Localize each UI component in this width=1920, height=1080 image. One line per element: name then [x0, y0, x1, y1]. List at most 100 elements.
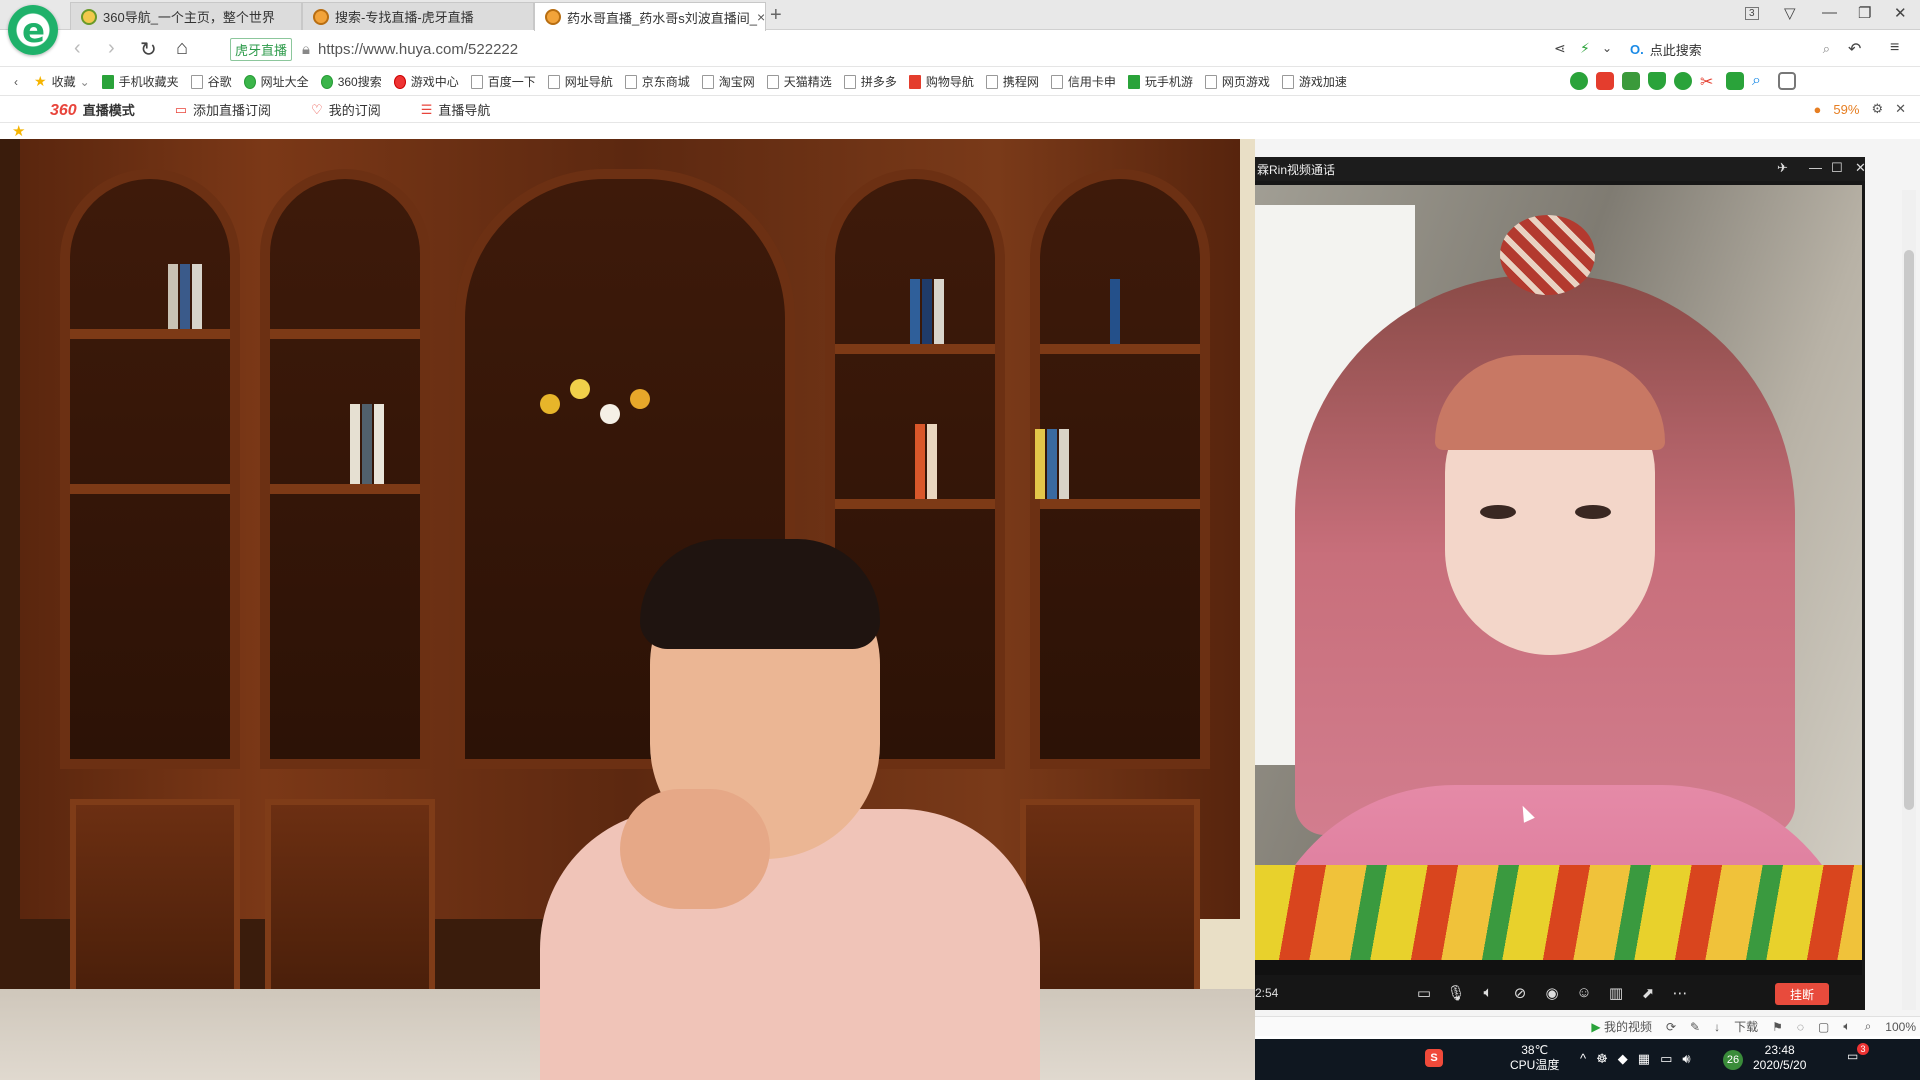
cpu-temperature[interactable]: 38℃ CPU温度: [1510, 1043, 1559, 1073]
close-window-icon[interactable]: ✕: [1894, 4, 1907, 22]
tray-badge[interactable]: 26: [1723, 1050, 1743, 1070]
flag-icon[interactable]: ⚑: [1772, 1020, 1783, 1034]
my-subscriptions-button[interactable]: ♡ 我的订阅: [311, 100, 381, 119]
game-ext-icon[interactable]: [1622, 72, 1640, 90]
layout-icon[interactable]: ▥: [1607, 985, 1625, 1002]
tray-app-icon[interactable]: ◆: [1618, 1051, 1628, 1067]
menu-icon[interactable]: ≡: [1890, 39, 1899, 57]
scissors-icon[interactable]: ✂: [1700, 72, 1718, 91]
bookmark-item[interactable]: 谷歌: [190, 73, 232, 90]
bookmark-item[interactable]: 京东商城: [624, 73, 690, 90]
bookmark-item[interactable]: 信用卡申: [1050, 73, 1116, 90]
favorite-star-icon[interactable]: ★: [12, 122, 25, 140]
remote-video[interactable]: [1255, 185, 1862, 975]
shield-icon[interactable]: [1648, 72, 1666, 90]
address-bar[interactable]: 虎牙直播 🔒︎ https://www.huya.com/522222: [230, 35, 1630, 63]
scrollbar-thumb[interactable]: [1904, 250, 1914, 810]
screenshot-icon[interactable]: ◉: [1543, 985, 1561, 1002]
volume-icon[interactable]: 🔈︎: [1843, 1019, 1850, 1034]
my-video-button[interactable]: ▶ 我的视频: [1591, 1018, 1652, 1035]
bookmark-item[interactable]: 购物导航: [908, 73, 974, 90]
search-input[interactable]: 点此搜索: [1650, 40, 1702, 59]
chat-icon[interactable]: ▭: [1415, 985, 1433, 1002]
close-tab-icon[interactable]: ×: [757, 9, 765, 25]
apps-grid-icon[interactable]: [1778, 72, 1796, 90]
wechat-icon[interactable]: [1570, 72, 1588, 90]
more-icon[interactable]: ⋯: [1671, 985, 1689, 1002]
back-icon[interactable]: ‹: [74, 37, 81, 60]
forward-icon[interactable]: ›: [108, 37, 115, 60]
maximize-call-icon[interactable]: ☐: [1831, 160, 1843, 176]
tab-live-room[interactable]: 药水哥直播_药水哥s刘波直播间_ ×: [534, 2, 766, 31]
add-subscription-button[interactable]: ▭ 添加直播订阅: [175, 100, 271, 119]
notification-center-icon[interactable]: ▭ 3: [1847, 1043, 1869, 1063]
bookmark-item[interactable]: 天猫精选: [766, 73, 832, 90]
bookmark-item[interactable]: 玩手机游: [1127, 73, 1193, 90]
refresh-icon[interactable]: ↻: [140, 37, 157, 62]
undo-icon[interactable]: ↶: [1848, 39, 1861, 59]
live-stream-video[interactable]: [0, 139, 1255, 1080]
bookmark-item[interactable]: 360搜索: [320, 73, 382, 90]
speaker-icon[interactable]: 🔈︎: [1479, 984, 1497, 1001]
bookmark-item[interactable]: 游戏加速: [1281, 73, 1347, 90]
search-box[interactable]: O. 点此搜索 ⌕: [1630, 37, 1830, 61]
browser-logo-icon[interactable]: e: [8, 5, 58, 55]
search-engine-icon[interactable]: O.: [1630, 42, 1644, 57]
bookmark-item[interactable]: 拼多多: [843, 73, 897, 90]
tray-app-icon[interactable]: ☸: [1596, 1051, 1608, 1067]
clock[interactable]: 23:48 2020/5/20: [1753, 1043, 1806, 1073]
shopping-bag-icon[interactable]: [1596, 72, 1614, 90]
bookmark-item[interactable]: 手机收藏夹: [101, 73, 179, 90]
microphone-icon[interactable]: 🎙︎: [1446, 985, 1465, 1002]
tab-huya-search[interactable]: 搜索-专找直播-虎牙直播: [302, 2, 534, 30]
bookmark-favorites[interactable]: ★ 收藏 ⌄: [34, 73, 90, 90]
zoom-level[interactable]: 100%: [1885, 1020, 1916, 1034]
skin-icon[interactable]: ▽: [1784, 4, 1796, 22]
bookmark-item[interactable]: 网址大全: [243, 73, 309, 90]
zoom-icon[interactable]: ⌕: [1865, 1019, 1872, 1034]
window-icon[interactable]: ▢: [1818, 1020, 1829, 1034]
share-screen-icon[interactable]: ⬈: [1639, 985, 1657, 1002]
pin-icon[interactable]: ✈: [1777, 160, 1788, 176]
camera-off-icon[interactable]: ⊘: [1511, 985, 1529, 1002]
network-icon[interactable]: ▭: [1660, 1051, 1672, 1067]
bookmark-item[interactable]: 淘宝网: [701, 73, 755, 90]
restore-icon[interactable]: ❐: [1858, 4, 1871, 22]
tray-app-icon[interactable]: ▦: [1638, 1051, 1650, 1067]
effects-icon[interactable]: ☺: [1575, 984, 1593, 1001]
cleanup-icon[interactable]: ◌: [1797, 1020, 1804, 1034]
download-icon[interactable]: ↓: [1714, 1020, 1720, 1034]
lock-icon[interactable]: 🔒︎: [302, 41, 310, 58]
minimize-call-icon[interactable]: —: [1809, 160, 1822, 175]
hangup-button[interactable]: 挂断: [1775, 983, 1829, 1005]
settings-gear-icon[interactable]: ⚙: [1871, 101, 1883, 117]
add-user-icon[interactable]: [1674, 72, 1692, 90]
bookmark-item[interactable]: 网址导航: [547, 73, 613, 90]
scrollbar[interactable]: [1902, 190, 1916, 1010]
volume-tray-icon[interactable]: 🔊︎: [1682, 1051, 1690, 1067]
close-call-icon[interactable]: ✕: [1855, 160, 1866, 176]
speed-icon[interactable]: ⚡: [1580, 40, 1590, 57]
minimize-icon[interactable]: —: [1822, 4, 1837, 21]
refresh-status-icon[interactable]: ⟳: [1666, 1020, 1676, 1034]
share-icon[interactable]: ⋖: [1554, 40, 1566, 57]
close-live-mode-icon[interactable]: ✕: [1895, 101, 1906, 117]
call-title-bar[interactable]: 霖Rin视频通话 ✈ — ☐ ✕: [1255, 157, 1866, 181]
url-text[interactable]: https://www.huya.com/522222: [318, 41, 518, 58]
bookmark-item[interactable]: 游戏中心: [393, 73, 459, 90]
bookmark-item[interactable]: 携程网: [985, 73, 1039, 90]
tab-360-nav[interactable]: 360导航_一个主页，整个世界: [70, 2, 302, 30]
bookmark-item[interactable]: 百度一下: [470, 73, 536, 90]
tools-icon[interactable]: ✎: [1690, 1020, 1700, 1034]
tab-counter[interactable]: 3: [1745, 7, 1759, 20]
collapse-icon[interactable]: ‹: [14, 75, 18, 89]
home-icon[interactable]: ⌂: [176, 37, 188, 60]
search-icon[interactable]: ⌕: [1823, 41, 1830, 57]
chevron-down-icon[interactable]: ⌄: [1602, 41, 1612, 55]
magnifier-icon[interactable]: ⌕: [1752, 72, 1770, 90]
bookmark-item[interactable]: 网页游戏: [1204, 73, 1270, 90]
download-button[interactable]: 下载: [1734, 1018, 1758, 1035]
chevron-up-icon[interactable]: ^: [1580, 1051, 1586, 1067]
gamepad-icon[interactable]: [1726, 72, 1744, 90]
video-call-window[interactable]: 霖Rin视频通话 ✈ — ☐ ✕ 2:54 ▭ 🎙︎ 🔈︎ ⊘ ◉ ☺ ▥ ⬈ …: [1255, 157, 1866, 1010]
